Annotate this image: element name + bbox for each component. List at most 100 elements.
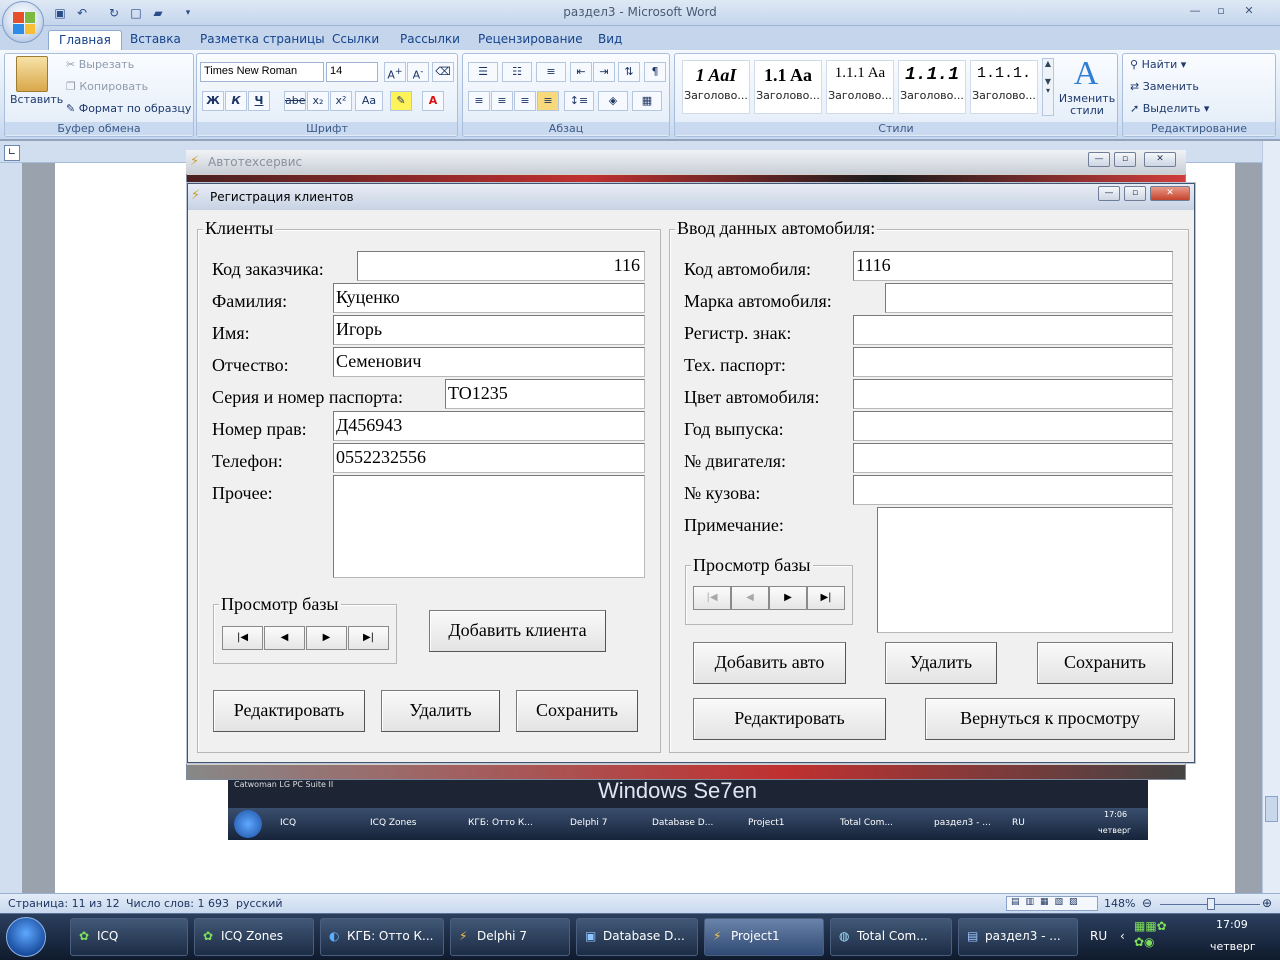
reg-sign-field[interactable] [853,315,1173,345]
style-heading-5[interactable]: 1.1.1. Заголово... [970,60,1038,114]
task-total-commander[interactable]: ◍ Total Com... [830,918,952,956]
bullets-icon[interactable]: ☰ [468,62,498,82]
borders-icon[interactable]: ▦ [632,91,662,111]
customize-toolbar-icon[interactable]: ▾ [180,5,196,21]
passport-field[interactable]: ТО1235 [445,379,645,409]
engine-number-field[interactable] [853,443,1173,473]
clock-day[interactable]: четверг [1210,940,1256,953]
shading-icon[interactable]: ◈ [598,91,628,111]
tab-mailings[interactable]: Рассылки [390,30,470,50]
word-minimize-icon[interactable]: — [1182,4,1208,20]
surname-field[interactable]: Куценко [333,283,645,313]
clients-last-button[interactable]: ▶| [348,626,389,650]
status-language[interactable]: русский [236,897,283,910]
clients-prior-button[interactable]: ◀ [264,626,305,650]
change-styles-icon[interactable]: A [1068,56,1104,92]
add-client-button[interactable]: Добавить клиента [429,610,606,652]
customer-code-field[interactable]: 116 [357,251,645,281]
undo-icon[interactable]: ↶ [74,5,90,21]
change-case-button[interactable]: Aa [355,91,383,111]
status-page[interactable]: Страница: 11 из 12 [8,897,120,910]
dialog-close-icon[interactable]: ✕ [1150,186,1190,201]
font-size-combo[interactable]: 14 [326,62,378,82]
clear-format-icon[interactable]: ⌫ [432,62,454,82]
sort-icon[interactable]: ⇅ [618,62,640,82]
tray-expand-icon[interactable]: ‹ [1120,929,1125,943]
tab-insert[interactable]: Вставка [120,30,191,50]
select-button[interactable]: ➚ Выделить ▾ [1130,102,1209,115]
superscript-button[interactable]: x² [330,91,352,111]
save-icon[interactable]: ▣ [52,5,68,21]
start-button-icon[interactable] [6,917,46,957]
style-heading-2[interactable]: 1.1 Aa Заголово... [754,60,822,114]
style-heading-1[interactable]: 1 AaI Заголово... [682,60,750,114]
car-edit-button[interactable]: Редактировать [693,698,886,740]
view-buttons[interactable]: ▤▥▦▧▨ [1006,896,1098,911]
bold-button[interactable]: Ж [202,91,224,111]
body-number-field[interactable] [853,475,1173,505]
task-kgb[interactable]: ◐ КГБ: Отто К... [320,918,444,956]
zoom-slider-thumb[interactable] [1207,898,1215,910]
multilevel-list-icon[interactable]: ≡ [536,62,566,82]
tab-references[interactable]: Ссылки [322,30,389,50]
car-next-button[interactable]: ▶ [769,586,807,610]
auto-close-icon[interactable]: ✕ [1144,152,1176,167]
language-indicator[interactable]: RU [1090,929,1107,943]
font-name-combo[interactable]: Times New Roman [200,62,324,82]
redo-icon[interactable]: ↻ [106,5,122,21]
clients-next-button[interactable]: ▶ [306,626,347,650]
align-left-icon[interactable]: ≡ [468,91,490,111]
status-words[interactable]: Число слов: 1 693 [126,897,229,910]
clients-first-button[interactable]: |◀ [222,626,263,650]
dialog-maximize-icon[interactable]: ▫ [1124,186,1146,201]
license-field[interactable]: Д456943 [333,411,645,441]
highlight-icon[interactable]: ✎ [390,91,412,111]
other-memo[interactable] [333,475,645,578]
car-code-field[interactable]: 1116 [853,251,1173,281]
tab-review[interactable]: Рецензирование [468,30,593,50]
underline-button[interactable]: Ч [248,91,270,111]
car-save-button[interactable]: Сохранить [1037,642,1173,684]
strikethrough-button[interactable]: abe [284,91,306,111]
word-close-icon[interactable]: ✕ [1236,4,1262,20]
pilcrow-icon[interactable]: ¶ [644,62,666,82]
car-first-button[interactable]: |◀ [693,586,731,610]
task-database-desktop[interactable]: ▣ Database D... [576,918,698,956]
change-styles-label[interactable]: Изменить стили [1058,93,1116,117]
decrease-indent-icon[interactable]: ⇤ [570,62,592,82]
clients-save-button[interactable]: Сохранить [516,690,638,732]
subscript-button[interactable]: x₂ [307,91,329,111]
paste-label[interactable]: Вставить [10,93,63,106]
task-delphi[interactable]: ⚡ Delphi 7 [450,918,570,956]
first-name-field[interactable]: Игорь [333,315,645,345]
scroll-thumb[interactable] [1265,796,1278,822]
clients-edit-button[interactable]: Редактировать [213,690,365,732]
shrink-font-icon[interactable]: A- [407,62,429,82]
car-color-field[interactable] [853,379,1173,409]
justify-icon[interactable]: ≡ [537,91,559,111]
auto-maximize-icon[interactable]: ▫ [1114,152,1136,167]
italic-button[interactable]: К [225,91,247,111]
style-heading-4[interactable]: 1.1.1 Заголово... [898,60,966,114]
year-field[interactable] [853,411,1173,441]
tab-home[interactable]: Главная [48,30,122,50]
paste-icon[interactable] [16,56,48,92]
open-folder-icon[interactable]: ▰ [150,5,166,21]
zoom-level[interactable]: 148% [1104,897,1135,910]
note-memo[interactable] [877,507,1173,633]
add-car-button[interactable]: Добавить авто [693,642,846,684]
car-brand-field[interactable] [885,283,1173,313]
vertical-scrollbar[interactable] [1262,141,1280,893]
cut-button[interactable]: ✂ Вырезать [66,58,134,71]
car-delete-button[interactable]: Удалить [885,642,997,684]
tray-icons[interactable]: ▦▦✿ ✿◉ [1134,918,1182,954]
numbering-icon[interactable]: ☷ [502,62,532,82]
align-center-icon[interactable]: ≡ [491,91,513,111]
vertical-ruler[interactable] [0,163,22,893]
align-right-icon[interactable]: ≡ [514,91,536,111]
clients-delete-button[interactable]: Удалить [381,690,500,732]
zoom-out-icon[interactable]: ⊖ [1142,896,1152,910]
line-spacing-icon[interactable]: ↕≡ [564,91,594,111]
grow-font-icon[interactable]: A+ [384,62,406,82]
tech-passport-field[interactable] [853,347,1173,377]
